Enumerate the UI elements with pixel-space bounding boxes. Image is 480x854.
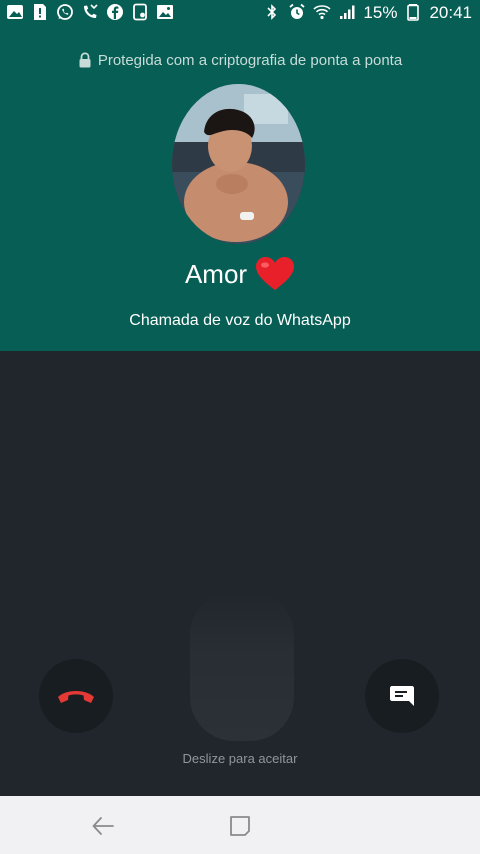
call-body: Deslize para aceitar [0, 351, 480, 796]
swipe-accept-track[interactable] [190, 591, 294, 741]
reply-message-button[interactable] [365, 659, 439, 733]
encryption-notice: Protegida com a criptografia de ponta a … [0, 48, 480, 72]
caller-avatar[interactable] [172, 84, 305, 244]
decline-button[interactable] [39, 659, 113, 733]
message-icon [390, 686, 414, 706]
alarm-icon [288, 3, 306, 21]
back-icon [92, 817, 114, 835]
battery-percent: 15% [363, 2, 398, 22]
facebook-icon [106, 3, 124, 21]
signal-icon [338, 3, 356, 21]
missed-call-icon [81, 3, 99, 21]
lock-icon [78, 52, 92, 68]
back-button[interactable] [91, 814, 115, 838]
heart-icon [255, 256, 295, 292]
screenshot-icon [131, 3, 149, 21]
recents-button[interactable] [228, 814, 252, 838]
status-right-icons: 15% 20:41 [263, 3, 472, 21]
gallery-icon [156, 3, 174, 21]
photo-icon [6, 3, 24, 21]
caller-name-row: Amor [0, 256, 480, 292]
swipe-hint: Deslize para aceitar [182, 751, 298, 766]
battery-icon [404, 3, 422, 21]
decline-call-icon [58, 691, 94, 703]
status-bar: 15% 20:41 [0, 0, 480, 24]
call-header: Protegida com a criptografia de ponta a … [0, 24, 480, 351]
sim-alert-icon [31, 3, 49, 21]
clock: 20:41 [429, 2, 472, 22]
caller-name: Amor [184, 258, 248, 289]
whatsapp-icon [56, 3, 74, 21]
bluetooth-icon [263, 3, 281, 21]
avatar-photo [172, 84, 305, 244]
call-type-label: Chamada de voz do WhatsApp [129, 312, 351, 329]
navigation-bar [0, 796, 480, 854]
encryption-text: Protegida com a criptografia de ponta a … [97, 51, 403, 69]
wifi-icon [313, 3, 331, 21]
status-left-icons [6, 3, 174, 21]
recents-icon [230, 816, 250, 836]
